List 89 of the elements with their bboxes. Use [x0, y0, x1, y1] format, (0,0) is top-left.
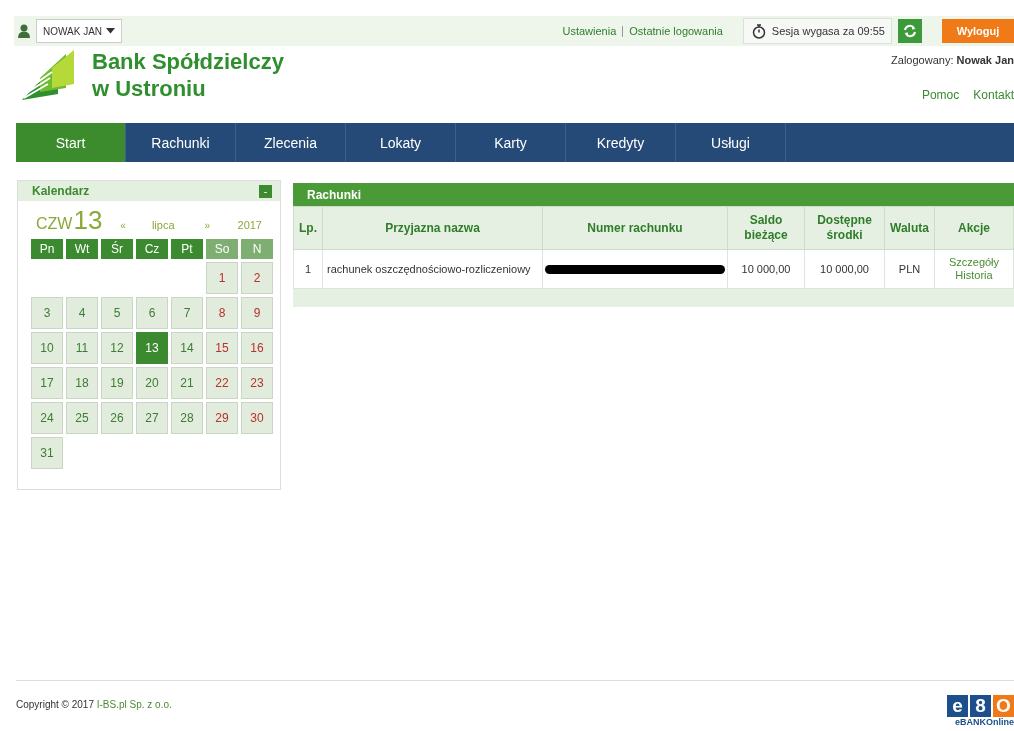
calendar-day[interactable]: 3 [31, 297, 63, 329]
bank-name: Bank Spółdzielczy [92, 48, 284, 75]
calendar-day[interactable]: 22 [206, 367, 238, 399]
calendar-day[interactable]: 23 [241, 367, 273, 399]
session-text: Sesja wygasa za 09:55 [771, 25, 885, 37]
calendar-day[interactable]: 26 [101, 402, 133, 434]
weekday-header: So [206, 239, 238, 259]
calendar-day[interactable]: 24 [31, 402, 63, 434]
logo-letter-tile: O [993, 695, 1014, 717]
column-header: Przyjazna nazwa [322, 206, 543, 250]
calendar-day[interactable]: 8 [206, 297, 238, 329]
calendar-day[interactable]: 13 [136, 332, 168, 364]
calendar-day[interactable]: 21 [171, 367, 203, 399]
top-link[interactable]: Ustawienia [562, 25, 617, 37]
table-cell: rachunek oszczędnościowo-rozliczeniowy [322, 249, 543, 289]
calendar-day[interactable]: 4 [66, 297, 98, 329]
logged-in-user: Zalogowany: Nowak Jan [891, 54, 1014, 66]
nav-tab[interactable]: Rachunki [126, 123, 236, 162]
column-header: Akcje [934, 206, 1014, 250]
nav-tab[interactable]: Start [16, 123, 126, 162]
action-link[interactable]: Historia [939, 269, 1009, 282]
nav-tab[interactable]: Lokaty [346, 123, 456, 162]
calendar-day[interactable]: 15 [206, 332, 238, 364]
refresh-button[interactable] [898, 19, 922, 43]
column-header: Numer rachunku [542, 206, 728, 250]
previous-month-link[interactable]: « [120, 220, 126, 231]
weekday-header: Śr [101, 239, 133, 259]
current-day: 13 [73, 205, 103, 236]
calendar-day[interactable]: 20 [136, 367, 168, 399]
weekday-header: Wt [66, 239, 98, 259]
logo-letter-tile: 8 [970, 695, 991, 717]
calendar-day[interactable]: 1 [206, 262, 238, 294]
header-link[interactable]: Kontakt [973, 88, 1014, 102]
nav-tab[interactable]: Usługi [676, 123, 786, 162]
nav-tab[interactable]: Karty [456, 123, 566, 162]
table-cell: 10 000,00 [727, 249, 805, 289]
header-link[interactable]: Pomoc [921, 88, 960, 102]
nav-tab[interactable]: Zlecenia [236, 123, 346, 162]
refresh-icon [903, 24, 917, 38]
copyright-text: Copyright © 2017 I-BS.pl Sp. z o.o. [16, 698, 172, 712]
panel-title: Rachunki [307, 187, 361, 202]
column-header: Lp. [293, 206, 323, 250]
calendar-day[interactable]: 16 [241, 332, 273, 364]
logo-letter-tile: e [947, 695, 968, 717]
calendar-day[interactable]: 28 [171, 402, 203, 434]
calendar-day[interactable]: 30 [241, 402, 273, 434]
calendar-day[interactable]: 9 [241, 297, 273, 329]
table-cell: 10 000,00 [804, 249, 885, 289]
calendar-day[interactable]: 2 [241, 262, 273, 294]
column-header: Saldo bieżące [727, 206, 805, 250]
calendar-day[interactable]: 10 [31, 332, 63, 364]
stopwatch-icon [751, 23, 766, 39]
weekday-header: Cz [136, 239, 168, 259]
calendar-day[interactable]: 27 [136, 402, 168, 434]
user-menu[interactable]: NOWAK JAN [36, 19, 123, 43]
logout-button[interactable]: Wyloguj [942, 19, 1014, 43]
collapse-button[interactable]: - [259, 184, 272, 198]
next-month-link[interactable]: » [204, 220, 211, 231]
column-header: Waluta [884, 206, 935, 250]
calendar-day[interactable]: 29 [206, 402, 238, 434]
calendar-day[interactable]: 17 [31, 367, 63, 399]
calendar-day[interactable]: 31 [31, 437, 63, 469]
panel-title: Kalendarz [32, 184, 90, 198]
table-cell: 1 [293, 249, 323, 289]
nav-tab[interactable]: Kredyty [566, 123, 676, 162]
company-link[interactable]: I-BS.pl Sp. z o.o. [96, 699, 172, 710]
calendar-day[interactable]: 6 [136, 297, 168, 329]
user-icon [18, 24, 30, 38]
year-label: 2017 [237, 219, 262, 231]
calendar-day[interactable]: 11 [66, 332, 98, 364]
calendar-day[interactable]: 5 [101, 297, 133, 329]
weekday-label: CZW [36, 215, 73, 233]
bank-name: w Ustroniu [92, 75, 207, 102]
action-link[interactable]: Szczegóły [939, 256, 1009, 269]
calendar-day[interactable]: 14 [171, 332, 203, 364]
logo-caption: eBANKOnline [955, 717, 1014, 727]
weekday-header: Pn [31, 239, 63, 259]
calendar-day[interactable]: 18 [66, 367, 98, 399]
calendar-day[interactable]: 19 [101, 367, 133, 399]
month-label: lipca [151, 219, 175, 231]
table-cell: PLN [884, 249, 935, 289]
weekday-header: Pt [171, 239, 203, 259]
top-link[interactable]: Ostatnie logowania [629, 25, 723, 37]
calendar-day[interactable]: 12 [101, 332, 133, 364]
weekday-header: N [241, 239, 273, 259]
caret-icon [106, 28, 116, 34]
column-header: Dostępne środki [804, 206, 885, 250]
calendar-day[interactable]: 7 [171, 297, 203, 329]
calendar-day[interactable]: 25 [66, 402, 98, 434]
